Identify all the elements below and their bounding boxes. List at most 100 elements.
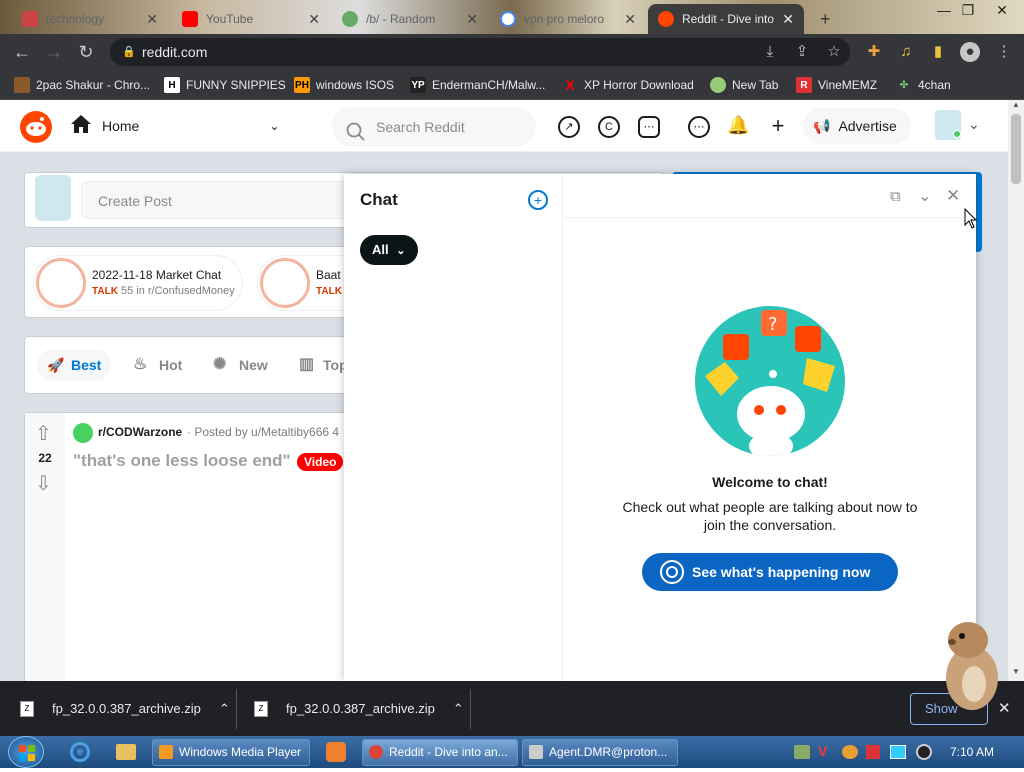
close-chat-icon[interactable]: ✕ [946, 186, 960, 206]
sort-best[interactable]: 🚀 Best [37, 349, 112, 381]
sort-new[interactable]: ✺ New [209, 349, 268, 381]
chat-icon[interactable]: ⋯ [688, 116, 710, 138]
internet-explorer-icon[interactable]: e [70, 742, 90, 762]
post-author[interactable]: · Posted by u/Metaltiby666 4 [187, 425, 339, 439]
create-post-input[interactable]: Create Post [81, 181, 351, 219]
share-icon[interactable]: ⇪ [792, 42, 812, 62]
bookmark-label: 4chan [918, 78, 951, 92]
bookmark-item[interactable]: X XP Horror Download [562, 76, 694, 94]
tray-flag-icon[interactable] [866, 745, 880, 759]
bookmark-item[interactable]: H FUNNY SNIPPIES [164, 76, 286, 94]
home-dropdown[interactable]: Home ⌄ [70, 114, 279, 137]
menu-icon[interactable]: ⋮ [994, 42, 1014, 62]
profile-icon[interactable]: ● [960, 42, 980, 62]
upvote-icon[interactable]: ⇧ [35, 421, 52, 446]
reddit-favicon-icon [658, 11, 674, 27]
scroll-up-arrow-icon[interactable]: ▲ [1012, 100, 1020, 109]
chevron-down-icon: ⌄ [269, 118, 280, 133]
popout-icon[interactable]: ⧉ [890, 188, 901, 205]
talk-icon[interactable]: ⋯ [638, 116, 660, 138]
tab-technology[interactable]: technology ✕ [12, 4, 168, 34]
tab-reddit[interactable]: Reddit - Dive into ✕ [648, 4, 804, 34]
bookmark-item[interactable]: YP EndermanCH/Malw... [410, 76, 545, 94]
downvote-icon[interactable]: ⇩ [35, 471, 52, 496]
close-tab-icon[interactable]: ✕ [782, 11, 794, 28]
tray-network-icon[interactable] [890, 745, 906, 759]
tray-volume-icon[interactable] [916, 744, 932, 760]
back-icon[interactable]: ← [12, 42, 32, 62]
window-close-icon[interactable]: ✕ [990, 2, 1014, 19]
maximize-icon[interactable]: ❐ [956, 2, 980, 19]
r-icon: R [796, 77, 812, 93]
tray-icon-1[interactable] [794, 745, 810, 759]
subreddit-icon[interactable] [73, 423, 93, 443]
popular-icon[interactable]: ↗ [558, 116, 580, 138]
new-chat-icon[interactable]: + [528, 190, 548, 210]
sort-label: Hot [159, 357, 183, 373]
page-scrollbar[interactable]: ▲ ▼ [1008, 100, 1024, 681]
bookmark-item[interactable]: R VineMEMZ [796, 76, 877, 94]
chevron-up-icon[interactable]: ⌃ [219, 701, 230, 717]
chevron-up-icon[interactable]: ⌃ [453, 701, 464, 717]
media-icon[interactable]: ♫ [896, 42, 916, 62]
tray-icon-3[interactable] [842, 745, 858, 759]
video-flair: Video [297, 453, 344, 471]
create-post-icon[interactable]: + [767, 115, 789, 138]
taskbar-clock[interactable]: 7:10 AM [950, 745, 994, 759]
bookmark-star-icon[interactable]: ☆ [824, 42, 844, 62]
close-tab-icon[interactable]: ✕ [624, 11, 636, 28]
chat-illustration: ? [695, 306, 845, 456]
close-tab-icon[interactable]: ✕ [146, 11, 158, 28]
tab-random[interactable]: /b/ - Random ✕ [332, 4, 488, 34]
extensions-icon[interactable]: ✚ [864, 42, 884, 62]
scroll-down-arrow-icon[interactable]: ▼ [1012, 667, 1020, 676]
side-panel-icon[interactable]: ▮ [928, 42, 948, 62]
minimize-icon[interactable]: — [932, 2, 956, 18]
minimize-chat-icon[interactable]: ⌄ [918, 186, 931, 206]
close-tab-icon[interactable]: ✕ [466, 11, 478, 28]
task-windows-media-player[interactable]: Windows Media Player [152, 739, 310, 766]
sort-top[interactable]: ▥ Top [295, 349, 348, 381]
new-tab-button[interactable]: + [810, 4, 840, 34]
app-icon[interactable] [326, 742, 346, 762]
bookmark-item[interactable]: ✣ 4chan [896, 76, 951, 94]
tab-google-search[interactable]: vpn pro meloro ✕ [490, 4, 646, 34]
bookmark-label: windows ISOS [316, 78, 395, 92]
downloads-bar: Z fp_32.0.0.387_archive.zip ⌃ Z fp_32.0.… [0, 681, 1024, 736]
start-button[interactable] [8, 736, 44, 768]
chevron-down-icon[interactable]: ⌄ [968, 116, 980, 133]
subreddit-link[interactable]: r/CODWarzone [98, 425, 182, 439]
talk-item[interactable]: 2022-11-18 Market Chat TALK 55 in r/Conf… [33, 255, 243, 311]
download-item[interactable]: Z fp_32.0.0.387_archive.zip ⌃ [20, 681, 230, 736]
tab-youtube[interactable]: YouTube ✕ [172, 4, 330, 34]
download-item[interactable]: Z fp_32.0.0.387_archive.zip ⌃ [254, 681, 464, 736]
reddit-logo-icon[interactable] [20, 111, 52, 143]
bookmark-label: EndermanCH/Malw... [432, 78, 546, 92]
bookmark-item[interactable]: New Tab [710, 76, 778, 94]
scrollbar-thumb[interactable] [1011, 114, 1021, 184]
tray-icon-2[interactable]: V [818, 743, 827, 759]
advertise-button[interactable]: 📢 Advertise [803, 108, 911, 144]
reload-icon[interactable]: ↻ [76, 42, 96, 62]
sparkle-icon: ✺ [213, 356, 227, 373]
search-input[interactable]: Search Reddit [332, 107, 536, 147]
download-filename: fp_32.0.0.387_archive.zip [286, 701, 435, 716]
see-whats-happening-button[interactable]: See what's happening now [642, 553, 898, 591]
file-explorer-icon[interactable] [116, 744, 136, 760]
post-title[interactable]: "that's one less loose end" [73, 451, 291, 471]
h-icon: H [164, 77, 180, 93]
task-reddit-chrome[interactable]: Reddit - Dive into an... [362, 739, 518, 766]
notification-bell-icon[interactable]: 🔔 [727, 116, 749, 138]
chat-filter-all[interactable]: All ⌄ [360, 235, 418, 265]
coins-icon[interactable]: C [598, 116, 620, 138]
install-icon[interactable]: ⤓ [760, 42, 780, 62]
bookmark-item[interactable]: 2pac Shakur - Chro... [14, 76, 150, 94]
address-bar[interactable]: 🔒 reddit.com [110, 38, 850, 66]
task-proton-mail[interactable]: Agent.DMR@proton... [522, 739, 678, 766]
close-tab-icon[interactable]: ✕ [308, 11, 320, 28]
chat-welcome: Welcome to chat! Check out what people a… [564, 474, 976, 534]
sort-hot[interactable]: ♨ Hot [129, 349, 182, 381]
bookmark-item[interactable]: PH windows ISOS [294, 76, 394, 94]
youtube-icon [182, 11, 198, 27]
forward-icon[interactable]: → [44, 42, 64, 62]
